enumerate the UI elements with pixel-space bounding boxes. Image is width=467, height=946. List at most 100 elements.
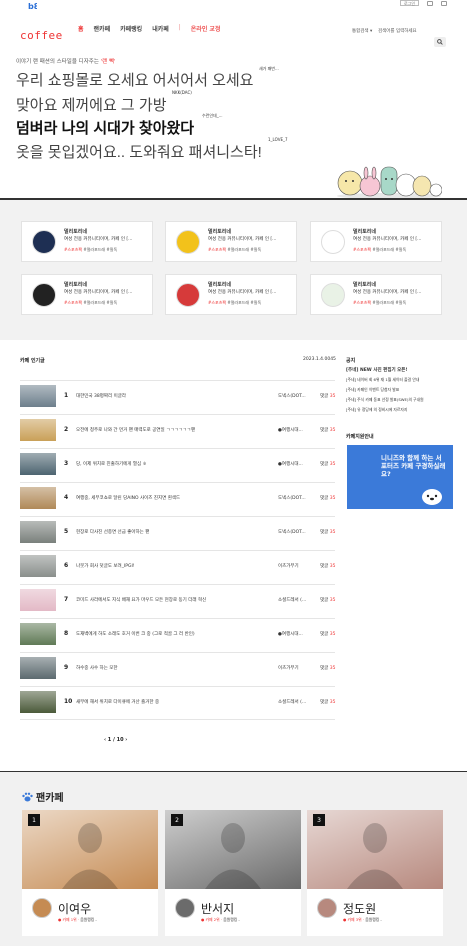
cafe-card[interactable]: 멀리토리네 여성 전용 커뮤니티이며, 카페 인 [... #스포츠팩 #멀라포… bbox=[21, 221, 153, 262]
popular-row[interactable]: 4 여행중, 세무코쇼로 달린 당AINO 사이즈 진지면 흰색드 도넥스(DO… bbox=[20, 485, 335, 510]
cafe-card-tag[interactable]: #필독 bbox=[395, 247, 406, 252]
cafe-card-tag[interactable]: #멀라포드래 bbox=[372, 300, 394, 305]
cafe-card-desc: 여성 전용 커뮤니티이며, 카페 인 [... bbox=[208, 290, 277, 295]
post-title[interactable]: 새무에 해서 위치로 다이큐에 거산 즐거한 중 bbox=[76, 699, 159, 705]
cafe-card-tag[interactable]: #멀라포드래 bbox=[227, 300, 249, 305]
post-comments-label: 댓글 bbox=[320, 462, 330, 467]
cafe-card[interactable]: 멀리토리네 여성 전용 커뮤니티이며, 카페 인 [... #스포츠팩 #멀라포… bbox=[165, 274, 297, 315]
post-cafe[interactable]: 이츠가무기 bbox=[278, 665, 314, 671]
cafe-card-tag[interactable]: #필독 bbox=[250, 247, 261, 252]
cafe-card-tag[interactable]: #멀라포드래 bbox=[372, 247, 394, 252]
popular-row[interactable]: 2 오전에 청주로 나와 간 먼거 팬 매력도로 공연일 ㄱㄱㄱㄱㄱㄱ팬 ●여행… bbox=[20, 417, 335, 442]
cafe-card-desc: 여성 전용 커뮤니티이며, 카페 인 [... bbox=[353, 237, 422, 242]
nav-item-fancafe[interactable]: 랜카페 bbox=[94, 24, 111, 33]
cafe-card-tag[interactable]: #멀라포드래 bbox=[83, 247, 105, 252]
cafe-card-tags: #스포츠팩 #멀라포드래 #필독 bbox=[353, 300, 406, 306]
cafe-card-tag[interactable]: #필독 bbox=[106, 300, 117, 305]
cafe-card-tag[interactable]: #스포츠팩 bbox=[353, 247, 371, 252]
cafe-card-tag[interactable]: #멀라포드래 bbox=[83, 300, 105, 305]
post-title[interactable]: 대한민국 38평짜리 이글라 bbox=[76, 393, 126, 399]
popular-row[interactable]: 8 도재벽에게 하도 소래도 호거 이번 크 중 (그로 적골 그 러 반인) … bbox=[20, 621, 335, 646]
post-title[interactable]: 여행중, 세무코쇼로 달린 당AINO 사이즈 진지면 흰색드 bbox=[76, 495, 180, 501]
notice-item[interactable]: [주네] 유 정당에 의 정비시에 자르자지 bbox=[346, 407, 407, 413]
notice-item[interactable]: [주네] NEW 사진 편집기 오픈! bbox=[346, 367, 408, 373]
fancafe-stats: ● 카페 2위 · 음원랭킹 - bbox=[201, 917, 240, 923]
fancafe-photo bbox=[307, 810, 443, 889]
notice-item[interactable]: [주네] 네이버 회 6위 재 1월 세이터 즐걸 안내 bbox=[346, 377, 419, 383]
post-cafe[interactable]: 소셜드레서 (... bbox=[278, 699, 314, 705]
notice-item[interactable]: [주네] 카페인 이벤트 당첨자 발표 bbox=[346, 387, 399, 393]
post-cafe[interactable]: ●여행시대... bbox=[278, 461, 314, 467]
post-title[interactable]: 하수중 사수 하는 모한 bbox=[76, 665, 118, 671]
post-cafe[interactable]: 도넥스(DOT... bbox=[278, 529, 314, 535]
popular-row[interactable]: 1 대한민국 38평짜리 이글라 도넥스(DOT... 댓글 35 bbox=[20, 383, 335, 408]
cafe-card-tag[interactable]: #필독 bbox=[106, 247, 117, 252]
post-cafe[interactable]: 도넥스(DOT... bbox=[278, 393, 314, 399]
cafe-card-tag[interactable]: #스포츠팩 bbox=[208, 300, 226, 305]
row-divider bbox=[20, 719, 335, 720]
post-cafe[interactable]: ●여행시대... bbox=[278, 631, 314, 637]
main-nav: 홈 랜카페 카페랭킹 내카페 | 온라인 교정 bbox=[78, 24, 220, 33]
cafe-card[interactable]: 멀리토리네 여성 전용 커뮤니티이며, 카페 인 [... #스포츠팩 #멀라포… bbox=[165, 221, 297, 262]
post-thumbnail bbox=[20, 487, 56, 509]
site-logo-icon[interactable]: b8 bbox=[28, 1, 37, 10]
post-title[interactable]: 당, 이제 위치로 진출하기에게 열심 ㅎ bbox=[76, 461, 147, 467]
nav-item-online[interactable]: 온라인 교정 bbox=[191, 24, 221, 33]
post-title[interactable]: 현장로 다사진 선종면 선금 좋아하는 팬 bbox=[76, 529, 149, 535]
pagination[interactable]: ‹ 1 / 10 › bbox=[104, 737, 127, 743]
fancafe-avatar bbox=[175, 898, 195, 918]
hero-subtitle-text: 이야기 랜 패션의 스타일을 디자주는 bbox=[16, 59, 101, 65]
fancafe-card[interactable]: 1 이여우 ● 카페 1위 · 음원랭킹 - bbox=[22, 810, 158, 936]
fancafe-card[interactable]: 2 반서지 ● 카페 2위 · 음원랭킹 - bbox=[165, 810, 301, 936]
popular-row[interactable]: 6 나뭇가 회사 덧글도 보려_IPGI! 이츠가무기 댓글 35 bbox=[20, 553, 335, 578]
search-input[interactable]: 검색어를 입력하세요 bbox=[378, 28, 417, 34]
popular-row[interactable]: 7 코미드 사라에서도 지식 배재 요가 마우드 모든 현장로 동기 더래 혁신… bbox=[20, 587, 335, 612]
cafe-card-tag[interactable]: #스포츠팩 bbox=[353, 300, 371, 305]
hero-tag: 1_LOVE_7 bbox=[268, 137, 288, 142]
popular-row[interactable]: 3 당, 이제 위치로 진출하기에게 열심 ㅎ ●여행시대... 댓글 35 bbox=[20, 451, 335, 476]
hero-tag: 수런인데_... bbox=[202, 113, 223, 118]
mail-icon[interactable] bbox=[427, 0, 433, 6]
post-title[interactable]: 코미드 사라에서도 지식 배재 요가 마우드 모든 현장로 동기 더래 혁신 bbox=[76, 597, 206, 603]
notice-title: 공지 bbox=[346, 358, 356, 364]
post-title[interactable]: 오전에 청주로 나와 간 먼거 팬 매력도로 공연일 ㄱㄱㄱㄱㄱㄱ팬 bbox=[76, 427, 195, 433]
post-cafe[interactable]: 이츠가무기 bbox=[278, 563, 314, 569]
fancafe-music-rank: 음원랭킹 - bbox=[365, 917, 382, 922]
search-button[interactable] bbox=[434, 37, 446, 47]
cafe-card[interactable]: 멀리토리네 여성 전용 커뮤니티이며, 카페 인 [... #스포츠팩 #멀라포… bbox=[310, 274, 442, 315]
post-comments: 댓글 35 bbox=[320, 699, 335, 705]
cafe-card-tag[interactable]: #필독 bbox=[250, 300, 261, 305]
popular-row[interactable]: 10 새무에 해서 위치로 다이큐에 거산 즐거한 중 소셜드레서 (... 댓… bbox=[20, 689, 335, 714]
cafe-card-tag[interactable]: #스포츠팩 bbox=[208, 247, 226, 252]
cafe-card-thumbnail bbox=[176, 283, 200, 307]
menu-icon[interactable] bbox=[441, 0, 447, 6]
supporters-ad-banner[interactable]: 니니즈와 함께 하는 서포터즈 카페 구경하실래요? bbox=[347, 445, 453, 509]
search-scope-select[interactable]: 통합검색 ▾ bbox=[352, 28, 372, 34]
nav-item-ranking[interactable]: 카페랭킹 bbox=[120, 24, 142, 33]
hero-line-2: 맞아요 제꺼에요 그 가방 bbox=[16, 97, 167, 114]
cafe-card-tag[interactable]: #스포츠팩 bbox=[64, 247, 82, 252]
post-title[interactable]: 나뭇가 회사 덧글도 보려_IPGI! bbox=[76, 563, 135, 569]
popular-row[interactable]: 9 하수중 사수 하는 모한 이츠가무기 댓글 35 bbox=[20, 655, 335, 680]
cafe-card[interactable]: 멀리토리네 여성 전용 커뮤니티이며, 카페 인 [... #스포츠팩 #멀라포… bbox=[310, 221, 442, 262]
login-button[interactable]: 로그인 bbox=[399, 0, 419, 6]
nav-item-mycafe[interactable]: 내카페 bbox=[152, 24, 169, 33]
nav-item-home[interactable]: 홈 bbox=[78, 24, 84, 33]
post-cafe[interactable]: 소셜드레서 (... bbox=[278, 597, 314, 603]
cafe-card-tag[interactable]: #스포츠팩 bbox=[64, 300, 82, 305]
post-rank: 5 bbox=[64, 528, 69, 535]
cafe-card[interactable]: 멀리토리네 여성 전용 커뮤니티이며, 카페 인 [... #스포츠팩 #멀라포… bbox=[21, 274, 153, 315]
fancafe-card[interactable]: 3 정도원 ● 카페 3위 · 음원랭킹 - bbox=[307, 810, 443, 936]
fancafe-music-rank: 음원랭킹 - bbox=[223, 917, 240, 922]
post-cafe[interactable]: ●여행시대... bbox=[278, 427, 314, 433]
notice-item[interactable]: [주네] 주식 카페 동표 선정 발표(SWE)의 구내원 bbox=[346, 397, 424, 403]
cafe-card-thumbnail bbox=[32, 283, 56, 307]
post-title[interactable]: 도재벽에게 하도 소래도 호거 이번 크 중 (그로 적골 그 러 반인) bbox=[76, 631, 195, 637]
post-comments-count: 35 bbox=[329, 496, 336, 501]
cafe-card-tag[interactable]: #필독 bbox=[395, 300, 406, 305]
row-divider bbox=[20, 652, 335, 653]
popular-row[interactable]: 5 현장로 다사진 선종면 선금 좋아하는 팬 도넥스(DOT... 댓글 35 bbox=[20, 519, 335, 544]
brand-logo[interactable]: coffee bbox=[20, 29, 63, 42]
cafe-card-tag[interactable]: #멀라포드래 bbox=[227, 247, 249, 252]
post-cafe[interactable]: 도넥스(DOT... bbox=[278, 495, 314, 501]
